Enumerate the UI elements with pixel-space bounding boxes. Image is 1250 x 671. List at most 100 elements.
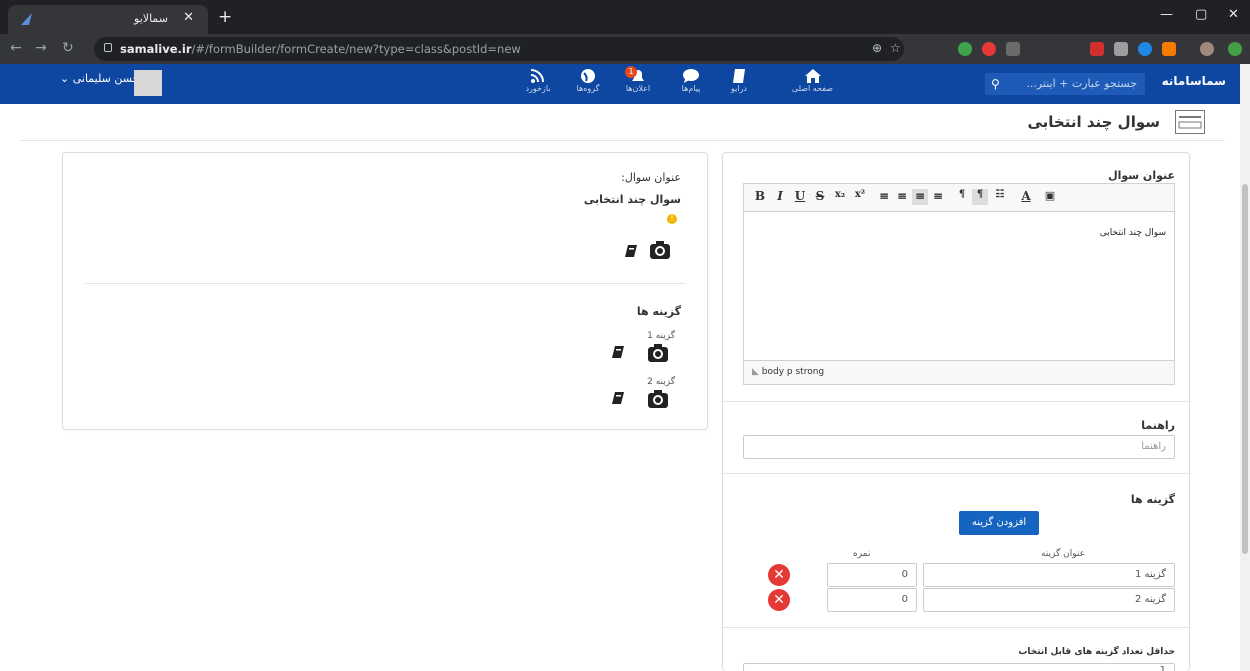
update-icon[interactable] — [1228, 42, 1242, 56]
extension-icon[interactable] — [1114, 42, 1128, 56]
options-label: گزینه ها — [1130, 493, 1175, 506]
back-icon[interactable]: ← — [10, 40, 22, 56]
divider — [723, 627, 1189, 628]
question-editor-panel: عنوان سوال B I U S x₂ x² ≡ ≡ ≡ ≡ ¶ ¶ ☷ A… — [722, 152, 1190, 671]
scroll-thumb[interactable] — [1242, 184, 1248, 554]
nav-label: اعلان‌ها — [625, 84, 651, 93]
add-option-button[interactable]: افزودن گزینه — [959, 511, 1039, 535]
zoom-icon[interactable]: ⊕ — [872, 41, 882, 55]
nav-label: بازخورد — [525, 84, 551, 93]
extension-icon[interactable] — [982, 42, 996, 56]
chevron-down-icon: ⌄ — [60, 72, 73, 85]
preview-title-value: سوال چند انتخابی — [583, 193, 681, 206]
guide-label: راهنما — [1141, 419, 1175, 432]
min-select-input[interactable]: 1 — [743, 663, 1175, 671]
camera-icon[interactable] — [647, 343, 669, 363]
option-score-input[interactable]: 0 — [827, 588, 917, 612]
nav-drive[interactable]: درایو — [714, 68, 764, 93]
page-title: سوال چند انتخابی — [1027, 113, 1160, 131]
nav-groups[interactable]: گروه‌ها — [563, 68, 613, 93]
editor-content-area[interactable]: سوال چند انتخابی — [744, 212, 1174, 362]
user-menu[interactable]: ⌄ حسن سلیمانی — [60, 72, 139, 85]
extension-icon[interactable] — [1162, 42, 1176, 56]
guide-input[interactable]: راهنما — [743, 435, 1175, 459]
resize-icon[interactable]: ◣ — [752, 367, 762, 377]
nav-label: درایو — [730, 84, 747, 93]
extension-icon[interactable] — [1138, 42, 1152, 56]
tab-close-icon[interactable]: ✕ — [183, 10, 194, 25]
delete-option-icon[interactable]: ✕ — [768, 589, 790, 611]
book-icon[interactable] — [611, 345, 625, 359]
ltr-icon[interactable]: ¶ — [954, 189, 970, 205]
minimize-icon[interactable]: — — [1160, 7, 1173, 22]
chat-icon — [683, 69, 699, 83]
rtl-icon[interactable]: ¶ — [972, 189, 988, 205]
new-tab-icon[interactable]: + — [218, 7, 232, 27]
form-icon — [1175, 110, 1205, 134]
notification-badge: 1 — [625, 66, 637, 78]
globe-icon — [581, 69, 595, 83]
bold-button[interactable]: B — [752, 189, 768, 205]
element-path[interactable]: body p strong — [762, 367, 824, 377]
profile-avatar-icon[interactable] — [1200, 42, 1214, 56]
editor-toolbar: B I U S x₂ x² ≡ ≡ ≡ ≡ ¶ ¶ ☷ A ▣ — [744, 184, 1174, 212]
nav-label: گروه‌ها — [576, 84, 600, 93]
subscript-button[interactable]: x₂ — [832, 189, 848, 205]
underline-button[interactable]: U — [792, 189, 808, 205]
nav-home[interactable]: صفحه اصلی — [785, 68, 840, 93]
editor-status-bar: ◣ body p strong — [744, 360, 1174, 384]
italic-button[interactable]: I — [772, 189, 788, 205]
preview-option-label: گزینه 2 — [647, 377, 675, 387]
align-right-icon[interactable]: ≡ — [912, 189, 928, 205]
background-color-icon[interactable]: ▣ — [1042, 189, 1058, 205]
text-color-icon[interactable]: A — [1018, 189, 1034, 205]
site-logo[interactable]: سماسامانه — [1162, 74, 1226, 88]
avatar[interactable] — [134, 70, 162, 96]
nav-feedback[interactable]: بازخورد — [513, 68, 563, 93]
question-preview-panel: عنوان سوال: سوال چند انتخابی ! گزینه ها … — [62, 152, 708, 430]
nav-messages[interactable]: پیام‌ها — [666, 68, 716, 93]
nav-label: صفحه اصلی — [791, 84, 834, 93]
option-title-input[interactable]: گزینه 2 — [923, 588, 1175, 612]
extension-icon[interactable] — [1090, 42, 1104, 56]
nav-label: پیام‌ها — [681, 84, 701, 93]
star-icon[interactable]: ☆ — [890, 41, 901, 55]
align-center-icon[interactable]: ≡ — [894, 189, 910, 205]
preview-title-label: عنوان سوال: — [621, 171, 681, 184]
question-title-label: عنوان سوال — [1108, 169, 1175, 182]
address-bar[interactable]: samalive.ir/#/formBuilder/formCreate/new… — [94, 37, 904, 61]
info-icon[interactable]: ! — [667, 214, 677, 224]
site-favicon-icon — [21, 13, 32, 25]
strike-button[interactable]: S — [812, 189, 828, 205]
site-search-input[interactable]: جستجو عبارت + اینتر... ⚲ — [985, 73, 1145, 95]
book-icon[interactable] — [611, 391, 625, 405]
align-left-icon[interactable]: ≡ — [876, 189, 892, 205]
justify-icon[interactable]: ≡ — [930, 189, 946, 205]
maximize-icon[interactable]: ▢ — [1195, 7, 1207, 22]
extension-icon[interactable] — [1006, 42, 1020, 56]
home-icon — [804, 69, 821, 83]
camera-icon[interactable] — [647, 389, 669, 409]
close-window-icon[interactable]: ✕ — [1228, 7, 1239, 22]
browser-tab[interactable]: سمالایو ✕ — [8, 5, 208, 34]
book-icon — [733, 69, 745, 83]
preview-option-label: گزینه 1 — [647, 331, 675, 341]
option-score-input[interactable]: 0 — [827, 563, 917, 587]
forward-icon[interactable]: → — [35, 40, 47, 56]
list-icon[interactable]: ☷ — [992, 189, 1008, 205]
browser-titlebar: سمالایو ✕ + — ▢ ✕ — [0, 0, 1250, 34]
option-title-input[interactable]: گزینه 1 — [923, 563, 1175, 587]
superscript-button[interactable]: x² — [852, 189, 868, 205]
option-title-column-header: عنوان گزینه — [1041, 549, 1086, 559]
book-icon[interactable] — [624, 244, 638, 258]
editor-content: سوال چند انتخابی — [1099, 228, 1166, 238]
camera-icon[interactable] — [649, 240, 671, 260]
page-scrollbar[interactable] — [1240, 64, 1250, 671]
extension-icon[interactable] — [958, 42, 972, 56]
preview-options-heading: گزینه ها — [636, 305, 681, 318]
delete-option-icon[interactable]: ✕ — [768, 564, 790, 586]
min-select-label: حداقل تعداد گزینه های قابل انتخاب — [1018, 647, 1175, 657]
nav-notifications[interactable]: 1 اعلان‌ها — [613, 66, 663, 93]
search-icon[interactable]: ⚲ — [991, 73, 1000, 95]
reload-icon[interactable]: ↻ — [62, 40, 74, 56]
